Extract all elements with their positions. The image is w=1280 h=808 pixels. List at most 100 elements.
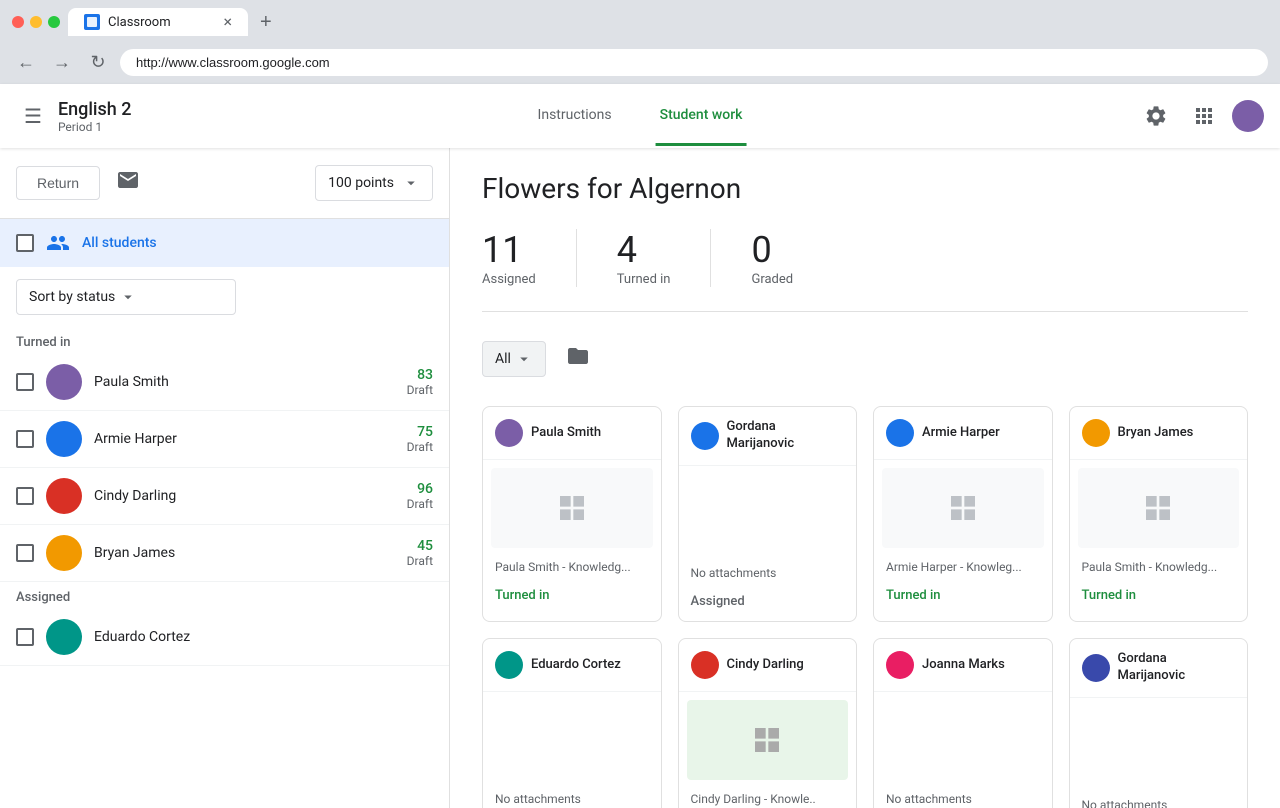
student-row[interactable]: Paula Smith 83 Draft	[0, 354, 449, 411]
student-card[interactable]: Cindy Darling Cindy Darling - Knowle..	[678, 638, 858, 808]
card-header: Armie Harper	[874, 407, 1052, 460]
card-header: Joanna Marks	[874, 639, 1052, 692]
stat-graded: 0 Graded	[751, 229, 833, 287]
card-file: No attachments	[679, 562, 857, 588]
stat-turned-in-label: Turned in	[617, 272, 671, 287]
card-no-thumb	[1078, 706, 1240, 786]
card-status: Turned in	[874, 582, 1052, 615]
grid-icon	[751, 724, 783, 756]
apps-icon	[1192, 104, 1216, 128]
card-status: Assigned	[679, 588, 857, 621]
card-avatar	[691, 651, 719, 679]
card-header: Paula Smith	[483, 407, 661, 460]
stat-assigned-label: Assigned	[482, 272, 536, 287]
student-row[interactable]: Armie Harper 75 Draft	[0, 411, 449, 468]
stat-assigned: 11 Assigned	[482, 229, 577, 287]
address-bar-input[interactable]	[120, 49, 1268, 76]
student-name: Eduardo Cortez	[94, 629, 421, 645]
student-checkbox[interactable]	[16, 373, 34, 391]
card-name: Eduardo Cortez	[531, 657, 621, 674]
student-score: 83 Draft	[407, 367, 433, 397]
student-checkbox[interactable]	[16, 430, 34, 448]
student-card[interactable]: Paula Smith Paula Smith - Knowledg... Tu…	[482, 406, 662, 622]
sort-label: Sort by status	[29, 289, 115, 305]
mail-button[interactable]	[108, 160, 148, 206]
student-card[interactable]: Gordana Marijanovic No attachments	[1069, 638, 1249, 808]
header-actions	[1136, 96, 1264, 136]
forward-button[interactable]: →	[48, 48, 76, 76]
browser-chrome: Classroom × +	[0, 0, 1280, 44]
close-dot[interactable]	[12, 16, 24, 28]
student-name: Cindy Darling	[94, 488, 395, 504]
tab-close-button[interactable]: ×	[223, 14, 232, 30]
classroom-tab-icon	[84, 14, 100, 30]
card-file: No attachments	[1070, 794, 1248, 808]
tab-title: Classroom	[108, 15, 171, 30]
minimize-dot[interactable]	[30, 16, 42, 28]
card-header: Gordana Marijanovic	[679, 407, 857, 466]
assigned-section-label: Assigned	[0, 582, 449, 609]
maximize-dot[interactable]	[48, 16, 60, 28]
settings-button[interactable]	[1136, 96, 1176, 136]
card-name: Gordana Marijanovic	[1118, 651, 1236, 685]
card-no-thumb	[491, 700, 653, 780]
student-checkbox[interactable]	[16, 544, 34, 562]
new-tab-button[interactable]: +	[256, 7, 276, 38]
folder-icon	[566, 344, 590, 368]
tab-student-work[interactable]: Student work	[656, 87, 747, 146]
student-row[interactable]: Eduardo Cortez	[0, 609, 449, 666]
card-name: Paula Smith	[531, 425, 601, 442]
all-students-checkbox[interactable]	[16, 234, 34, 252]
assignment-title: Flowers for Algernon	[482, 172, 1248, 205]
card-avatar	[691, 422, 719, 450]
grid-icon	[947, 492, 979, 524]
turned-in-section-label: Turned in	[0, 327, 449, 354]
student-card[interactable]: Gordana Marijanovic No attachments Assig…	[678, 406, 858, 622]
card-header: Bryan James	[1070, 407, 1248, 460]
card-file: No attachments	[483, 788, 661, 808]
student-checkbox[interactable]	[16, 628, 34, 646]
return-button[interactable]: Return	[16, 166, 100, 200]
tab-instructions[interactable]: Instructions	[534, 87, 616, 146]
card-file: Paula Smith - Knowledg...	[483, 556, 661, 582]
student-score: 75 Draft	[407, 424, 433, 454]
stat-turned-in: 4 Turned in	[617, 229, 712, 287]
points-select[interactable]: 100 points	[315, 165, 433, 201]
card-file: Cindy Darling - Knowle..	[679, 788, 857, 808]
student-name: Bryan James	[94, 545, 395, 561]
card-status: Turned in	[1070, 582, 1248, 615]
course-title: English 2	[58, 99, 132, 120]
card-name: Bryan James	[1118, 425, 1194, 442]
sort-row: Sort by status	[0, 267, 449, 327]
card-thumbnail	[687, 700, 849, 780]
student-avatar	[46, 421, 82, 457]
filter-select[interactable]: All	[482, 341, 546, 377]
student-avatar	[46, 478, 82, 514]
student-score: 45 Draft	[407, 538, 433, 568]
folder-button[interactable]	[558, 336, 598, 382]
apps-button[interactable]	[1184, 96, 1224, 136]
sidebar: Return 100 points All students Sort by s…	[0, 148, 450, 808]
sort-select[interactable]: Sort by status	[16, 279, 236, 315]
back-button[interactable]: ←	[12, 48, 40, 76]
card-header: Gordana Marijanovic	[1070, 639, 1248, 698]
filter-label: All	[495, 351, 511, 367]
browser-tab[interactable]: Classroom ×	[68, 8, 248, 36]
card-file: Armie Harper - Knowleg...	[874, 556, 1052, 582]
student-card[interactable]: Armie Harper Armie Harper - Knowleg... T…	[873, 406, 1053, 622]
student-card[interactable]: Eduardo Cortez No attachments	[482, 638, 662, 808]
card-thumbnail	[491, 468, 653, 548]
card-no-thumb	[882, 700, 1044, 780]
card-thumbnail	[1078, 468, 1240, 548]
menu-button[interactable]: ☰	[16, 96, 50, 137]
reload-button[interactable]: ↻	[84, 48, 112, 76]
grid-icon	[556, 492, 588, 524]
student-checkbox[interactable]	[16, 487, 34, 505]
student-row[interactable]: Bryan James 45 Draft	[0, 525, 449, 582]
student-card[interactable]: Joanna Marks No attachments	[873, 638, 1053, 808]
student-row[interactable]: Cindy Darling 96 Draft	[0, 468, 449, 525]
stat-assigned-number: 11	[482, 229, 536, 272]
user-avatar[interactable]	[1232, 100, 1264, 132]
all-students-row[interactable]: All students	[0, 219, 449, 267]
student-card[interactable]: Bryan James Paula Smith - Knowledg... Tu…	[1069, 406, 1249, 622]
